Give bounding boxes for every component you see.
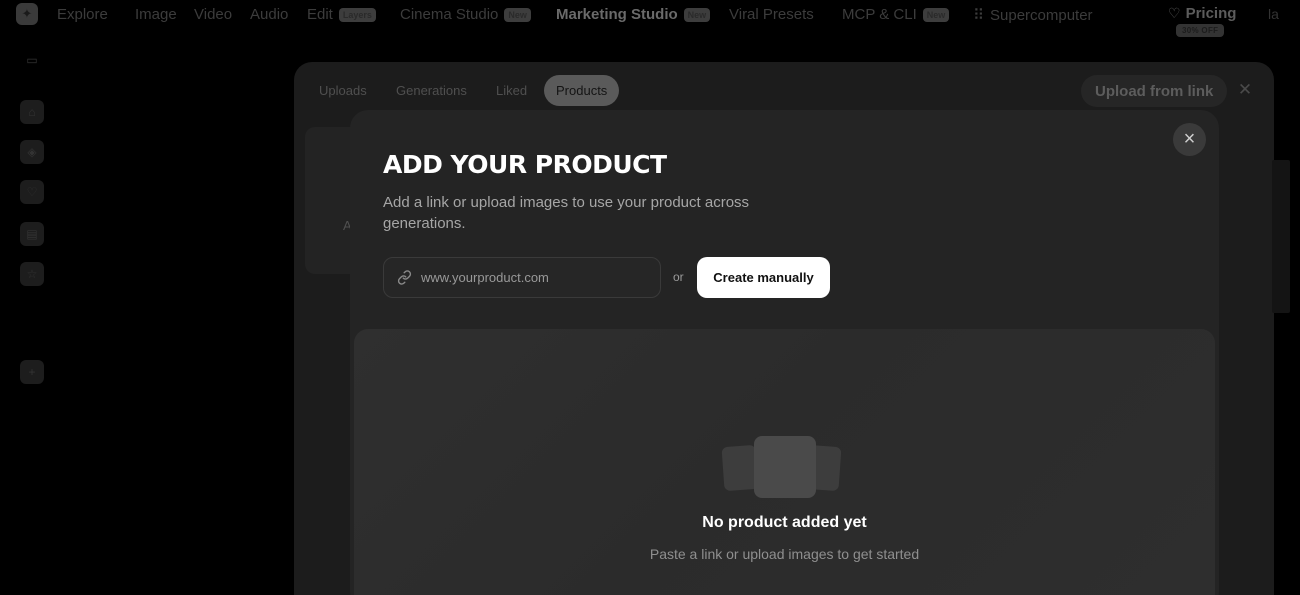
heart-icon: ♡ — [1168, 5, 1181, 21]
pricing-link[interactable]: ♡ Pricing — [1168, 5, 1236, 22]
logo-icon[interactable]: ✦ — [16, 3, 38, 25]
modal-subtitle: Add a link or upload images to use your … — [383, 194, 750, 232]
nav-mcp-cli[interactable]: MCP & CLI New — [842, 6, 950, 23]
nav-marketing-studio[interactable]: Marketing Studio New — [556, 6, 711, 23]
product-placeholder-icon — [721, 444, 759, 492]
scrollbar[interactable] — [1272, 160, 1290, 313]
heart-icon[interactable]: ♡ — [20, 180, 44, 204]
link-icon — [396, 270, 412, 286]
nav-viral-presets[interactable]: Viral Presets — [729, 6, 814, 23]
nav-edge-text[interactable]: la — [1268, 6, 1279, 22]
modal-title: ADD YOUR PRODUCT — [383, 150, 667, 179]
tab-generations[interactable]: Generations — [384, 75, 479, 106]
grid-icon: ⠿ — [973, 7, 984, 24]
star-icon[interactable]: ☆ — [20, 262, 44, 286]
nav-explore[interactable]: Explore — [57, 6, 108, 23]
or-separator: or — [673, 270, 684, 284]
tab-uploads[interactable]: Uploads — [307, 75, 379, 106]
product-url-input[interactable] — [421, 270, 641, 285]
empty-state-subtitle: Paste a link or upload images to get sta… — [649, 546, 920, 562]
product-url-field[interactable] — [383, 257, 661, 298]
nav-badge-layers: Layers — [338, 7, 376, 22]
nav-badge-new: New — [922, 7, 950, 22]
compass-icon[interactable]: ◈ — [20, 140, 44, 164]
nav-cinema-studio[interactable]: Cinema Studio New — [400, 6, 531, 23]
plus-icon[interactable]: + — [20, 360, 44, 384]
nav-edit[interactable]: Edit Layers — [307, 6, 376, 23]
close-icon: × — [1183, 128, 1196, 150]
modal-close-button[interactable]: × — [1173, 123, 1206, 156]
folder-icon[interactable]: ▤ — [20, 222, 44, 246]
nav-image[interactable]: Image — [135, 6, 177, 23]
empty-state-title: No product added yet — [702, 514, 867, 531]
upload-from-link-button[interactable]: Upload from link — [1081, 75, 1228, 107]
close-icon[interactable]: ✕ — [1234, 79, 1256, 101]
nav-badge-new: New — [683, 7, 711, 22]
discount-badge: 30% OFF — [1176, 24, 1225, 37]
create-manually-button[interactable]: Create manually — [697, 257, 830, 298]
top-nav: ✦ Explore Image Video Audio Edit Layers … — [0, 0, 1300, 37]
tab-products[interactable]: Products — [544, 75, 620, 106]
tab-liked[interactable]: Liked — [484, 75, 539, 106]
nav-supercomputer[interactable]: ⠿ Supercomputer — [973, 6, 1093, 25]
product-placeholder-icon — [754, 436, 816, 498]
home-icon[interactable]: ⌂ — [20, 100, 44, 124]
nav-badge-new: New — [504, 7, 531, 22]
monitor-icon[interactable]: ▭ — [20, 48, 44, 72]
nav-video[interactable]: Video — [194, 6, 232, 23]
nav-audio[interactable]: Audio — [250, 6, 288, 23]
